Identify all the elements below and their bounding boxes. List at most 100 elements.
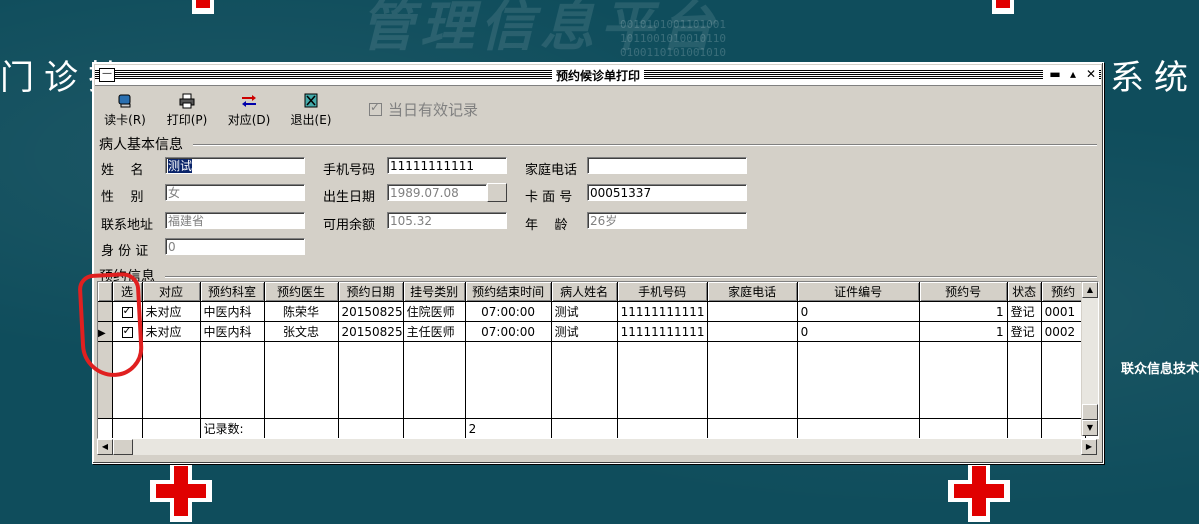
- column-header[interactable]: 挂号类别: [403, 282, 466, 302]
- card-label: 卡 面 号: [525, 190, 573, 205]
- exit-icon: [304, 93, 318, 108]
- age-field[interactable]: 26岁: [587, 212, 747, 229]
- cell: 20150825: [338, 321, 404, 342]
- red-annotation-circle: [77, 271, 145, 379]
- background-title-right: 系统: [1110, 58, 1198, 98]
- address-field[interactable]: 福建省: [165, 212, 305, 229]
- match-label: 对应(D): [227, 113, 271, 127]
- cell: 未对应: [142, 301, 201, 322]
- column-header[interactable]: 预约: [1041, 282, 1086, 302]
- date-picker-button[interactable]: [487, 183, 507, 202]
- dob-field[interactable]: 1989.07.08: [387, 184, 487, 201]
- cell: 0: [797, 321, 920, 342]
- system-menu-icon[interactable]: —: [99, 68, 115, 82]
- cell: 07:00:00: [465, 301, 552, 322]
- cell: [707, 301, 798, 322]
- column-header[interactable]: 状态: [1007, 282, 1042, 302]
- scroll-up-icon[interactable]: ▲: [1082, 282, 1098, 298]
- horizontal-scroll-thumb[interactable]: [113, 439, 133, 455]
- cell: 0002: [1041, 321, 1086, 342]
- print-button[interactable]: 打印(P): [161, 91, 213, 131]
- dob-label: 出生日期: [323, 190, 376, 205]
- cell: 1: [919, 321, 1008, 342]
- column-header[interactable]: 家庭电话: [707, 282, 798, 302]
- id-label: 身 份 证: [101, 244, 149, 259]
- horizontal-scrollbar[interactable]: ◀ ▶: [97, 439, 1097, 455]
- column-header[interactable]: 手机号码: [617, 282, 708, 302]
- cell: 07:00:00: [465, 321, 552, 342]
- cell: 0: [797, 301, 920, 322]
- scroll-right-icon[interactable]: ▶: [1081, 439, 1097, 455]
- cell: 1: [919, 301, 1008, 322]
- appointment-grid: 选 对应 预约科室 预约医生 预约日期 挂号类别 预约结束时间 病人姓名 手机号…: [97, 281, 1099, 439]
- appointment-print-window: — 预约候诊单打印 ▬ ▴ ✕ 读卡(R) 打印(P) 对应(D) 退出(E) …: [92, 62, 1104, 464]
- title-bar[interactable]: — 预约候诊单打印 ▬ ▴ ✕: [95, 65, 1101, 86]
- column-header[interactable]: 预约科室: [200, 282, 265, 302]
- id-field[interactable]: 0: [165, 238, 305, 255]
- column-header[interactable]: 预约结束时间: [465, 282, 552, 302]
- patient-group-divider: [193, 144, 1097, 146]
- read-card-button[interactable]: 读卡(R): [99, 91, 151, 131]
- cell: 测试: [551, 321, 618, 342]
- gender-label: 性 别: [101, 190, 144, 205]
- table-row[interactable]: 未对应 中医内科 陈荣华 20150825 住院医师 07:00:00 测试 1…: [98, 301, 1086, 322]
- vertical-scroll-thumb[interactable]: [1082, 404, 1098, 420]
- gender-field[interactable]: 女: [165, 184, 305, 201]
- print-label: 打印(P): [166, 113, 208, 127]
- cell: 11111111111: [617, 301, 708, 322]
- printer-icon: [179, 93, 195, 109]
- age-label: 年 龄: [525, 218, 568, 233]
- column-header[interactable]: 预约号: [919, 282, 1008, 302]
- background-binary-digits: 0010101001101001 1011001010010110 010011…: [620, 18, 726, 59]
- home-phone-field[interactable]: [587, 157, 747, 174]
- appointment-group-divider: [165, 276, 1097, 278]
- match-button[interactable]: 对应(D): [223, 91, 275, 131]
- record-count-value: 2: [465, 418, 552, 438]
- mobile-label: 手机号码: [323, 163, 376, 178]
- name-field[interactable]: 测试: [165, 157, 305, 174]
- mobile-field[interactable]: 11111111111: [387, 157, 507, 174]
- appointment-table: 选 对应 预约科室 预约医生 预约日期 挂号类别 预约结束时间 病人姓名 手机号…: [98, 282, 1086, 438]
- red-cross-icon: [992, 0, 1014, 14]
- close-icon[interactable]: ✕: [1083, 66, 1099, 82]
- column-header[interactable]: 预约日期: [338, 282, 404, 302]
- cell: 张文忠: [264, 321, 339, 342]
- table-header-row: 选 对应 预约科室 预约医生 预约日期 挂号类别 预约结束时间 病人姓名 手机号…: [98, 282, 1086, 302]
- column-header[interactable]: 证件编号: [797, 282, 920, 302]
- maximize-icon[interactable]: ▴: [1065, 66, 1081, 82]
- checkbox-check-icon: [369, 100, 382, 116]
- table-row[interactable]: ▶ 未对应 中医内科 张文忠 20150825 主任医师 07:00:00 测试…: [98, 321, 1086, 342]
- cell: 中医内科: [200, 321, 265, 342]
- cell: 主任医师: [403, 321, 466, 342]
- scroll-left-icon[interactable]: ◀: [97, 439, 113, 455]
- summary-row: 记录数: 2: [98, 418, 1086, 438]
- card-reader-icon: [118, 94, 131, 108]
- cell: 登记: [1007, 321, 1042, 342]
- scroll-down-icon[interactable]: ▼: [1082, 420, 1098, 436]
- match-arrows-icon: [242, 95, 256, 107]
- toolbar: 读卡(R) 打印(P) 对应(D) 退出(E): [99, 91, 337, 131]
- red-cross-icon: [150, 460, 212, 522]
- patient-group-label: 病人基本信息: [99, 134, 185, 154]
- red-cross-icon: [948, 460, 1010, 522]
- balance-label: 可用余额: [323, 218, 376, 233]
- read-card-label: 读卡(R): [104, 113, 146, 127]
- cell: 中医内科: [200, 301, 265, 322]
- address-label: 联系地址: [101, 218, 154, 233]
- minimize-icon[interactable]: ▬: [1047, 66, 1063, 82]
- column-header[interactable]: 预约医生: [264, 282, 339, 302]
- cell: 11111111111: [617, 321, 708, 342]
- cell: 测试: [551, 301, 618, 322]
- vertical-scrollbar[interactable]: ▲ ▼: [1081, 282, 1098, 436]
- cell: 20150825: [338, 301, 404, 322]
- balance-field[interactable]: 105.32: [387, 212, 507, 229]
- today-valid-label: 当日有效记录: [388, 101, 479, 119]
- card-field[interactable]: 00051337: [587, 184, 747, 201]
- column-header[interactable]: 对应: [142, 282, 201, 302]
- cell: 住院医师: [403, 301, 466, 322]
- today-valid-checkbox[interactable]: 当日有效记录: [369, 99, 478, 120]
- red-cross-icon: [192, 0, 214, 14]
- exit-button[interactable]: 退出(E): [285, 91, 337, 131]
- column-header[interactable]: 病人姓名: [551, 282, 618, 302]
- empty-row: [98, 341, 1086, 419]
